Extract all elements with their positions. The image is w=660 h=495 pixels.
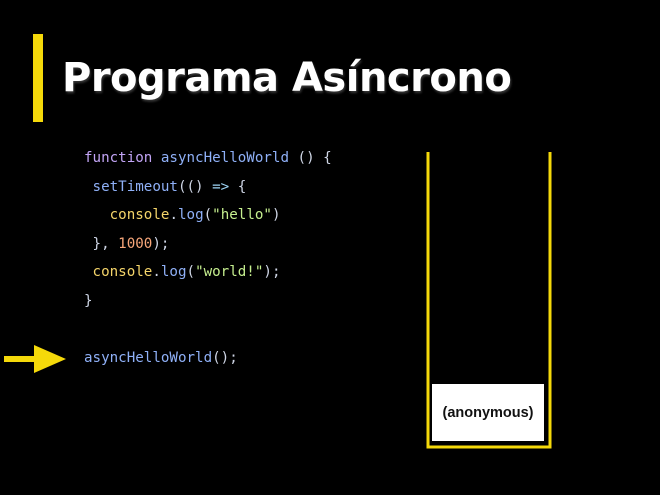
code-line: asyncHelloWorld(); <box>84 346 238 370</box>
code-token: "world!" <box>195 264 264 281</box>
code-token: (); <box>212 350 238 367</box>
code-token: 1000 <box>118 235 153 252</box>
code-token: ( <box>203 207 213 224</box>
code-token: console <box>92 264 153 281</box>
code-token: setTimeout <box>92 178 178 195</box>
slide: Programa Asíncrono function asyncHelloWo… <box>0 0 660 495</box>
code-token: }, <box>92 235 119 252</box>
code-token: { <box>229 178 247 195</box>
code-token: ) <box>271 207 281 224</box>
code-token: asyncHelloWorld <box>84 350 213 367</box>
code-token: "hello" <box>212 207 272 224</box>
code-token: log <box>177 207 204 224</box>
arrow-right-icon <box>4 345 66 373</box>
code-token: . <box>169 207 178 224</box>
code-token: ( <box>186 264 196 281</box>
slide-title: Programa Asíncrono <box>62 55 512 101</box>
code-token: log <box>160 264 187 281</box>
code-token: console <box>109 207 170 224</box>
code-line: function asyncHelloWorld () { <box>84 146 332 170</box>
code-token: ); <box>263 264 281 281</box>
call-stack-frame: (anonymous) <box>432 384 544 441</box>
code-token: => <box>212 178 230 195</box>
code-line: console.log("world!"); <box>93 260 281 284</box>
code-line: setTimeout(() => { <box>93 175 247 199</box>
code-token: . <box>152 264 161 281</box>
code-line: }, 1000); <box>93 232 170 256</box>
code-token: ); <box>152 235 170 252</box>
code-token: function <box>84 150 161 166</box>
code-line: } <box>84 289 93 313</box>
code-token: } <box>84 293 93 309</box>
code-token: asyncHelloWorld <box>160 150 289 166</box>
code-token: () { <box>289 150 332 166</box>
code-token: (() <box>177 178 213 195</box>
code-line: console.log("hello") <box>110 203 281 227</box>
title-accent-bar <box>33 34 43 122</box>
